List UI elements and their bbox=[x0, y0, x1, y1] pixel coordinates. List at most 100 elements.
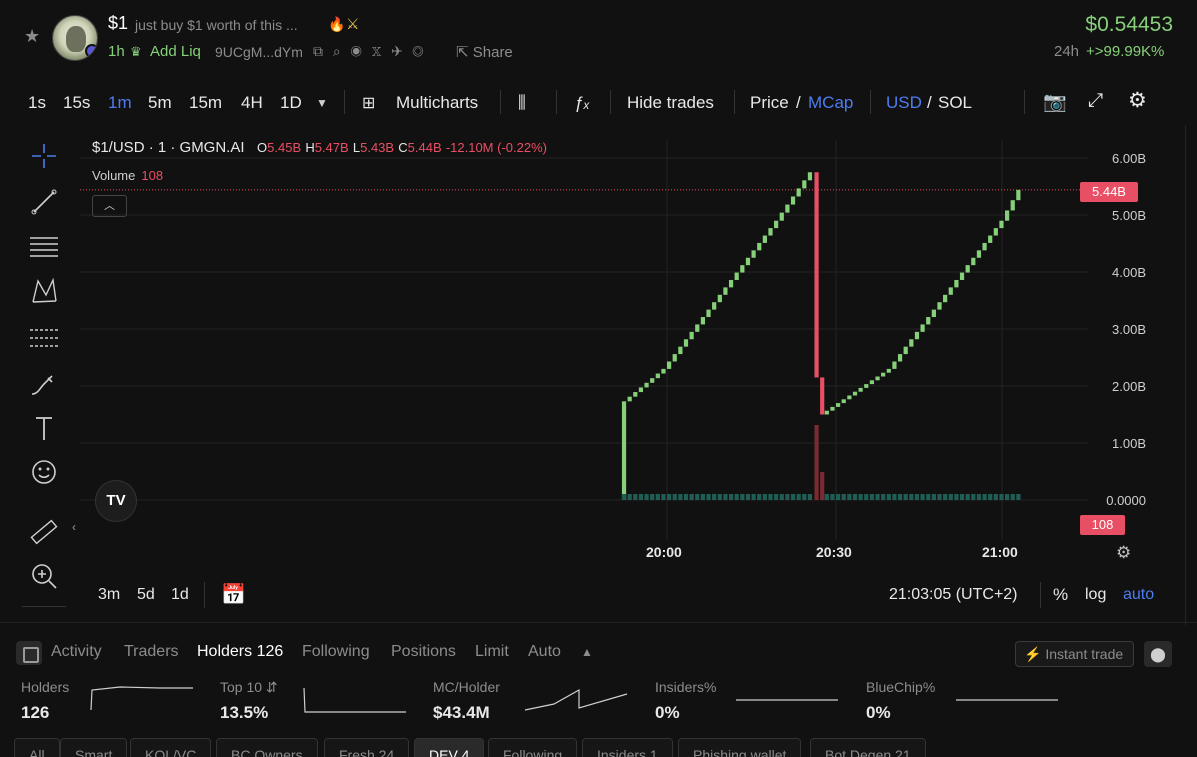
interval-15s[interactable]: 15s bbox=[63, 93, 90, 113]
contract-address[interactable]: 9UCgM...dYm bbox=[215, 44, 303, 60]
price-chart[interactable] bbox=[80, 140, 1088, 540]
candle bbox=[807, 172, 813, 181]
multicharts-icon[interactable]: ⊞ bbox=[362, 93, 375, 113]
filter-bc-owners[interactable]: BC Owners bbox=[216, 738, 318, 757]
range-1d[interactable]: 1d bbox=[171, 586, 189, 604]
candle bbox=[650, 378, 655, 383]
log-toggle[interactable]: log bbox=[1085, 586, 1106, 604]
token-avatar[interactable] bbox=[52, 15, 98, 61]
mcap-toggle[interactable]: MCap bbox=[808, 93, 853, 113]
candle bbox=[695, 324, 700, 332]
tab-following[interactable]: Following bbox=[302, 643, 370, 661]
volume-bar bbox=[633, 494, 638, 500]
filter-phishing[interactable]: Phishing wallet bbox=[678, 738, 802, 757]
percent-toggle[interactable]: % bbox=[1053, 585, 1068, 605]
ruler-icon[interactable] bbox=[28, 516, 60, 548]
volume-bar bbox=[774, 494, 779, 500]
trendline-icon[interactable] bbox=[28, 186, 60, 218]
volume-bar bbox=[790, 494, 796, 500]
volume-bar bbox=[734, 494, 739, 500]
settings-icon[interactable]: ⚙ bbox=[1128, 88, 1147, 113]
y-tick: 2.00B bbox=[1112, 379, 1146, 394]
interval-1d[interactable]: 1D bbox=[280, 93, 302, 113]
candle bbox=[993, 228, 998, 236]
brush-icon[interactable] bbox=[28, 368, 60, 400]
interval-4h[interactable]: 4H bbox=[241, 93, 263, 113]
prediction-icon[interactable] bbox=[28, 322, 60, 354]
candle bbox=[672, 354, 677, 362]
volume-bar bbox=[621, 494, 627, 500]
collapse-tools-icon[interactable]: ‹ bbox=[72, 520, 76, 534]
top10-sparkline bbox=[303, 687, 406, 713]
goto-date-icon[interactable]: 📅 bbox=[221, 582, 246, 607]
hide-trades-button[interactable]: Hide trades bbox=[627, 93, 714, 113]
panel-divider bbox=[0, 622, 1197, 623]
candle bbox=[937, 302, 942, 310]
candle bbox=[824, 410, 829, 415]
favorite-star-icon[interactable]: ★ bbox=[24, 27, 42, 45]
crosshair-icon[interactable] bbox=[28, 140, 60, 172]
fib-lines-icon[interactable] bbox=[28, 230, 60, 262]
x-tick: 20:00 bbox=[646, 544, 682, 560]
volume-bar bbox=[841, 494, 846, 500]
filter-kol-vc[interactable]: KOL/VC bbox=[130, 738, 212, 757]
share-button[interactable]: ⇱ Share bbox=[456, 43, 513, 61]
candle bbox=[785, 204, 790, 213]
range-3m[interactable]: 3m bbox=[98, 586, 120, 604]
social-icons[interactable]: ⧉ ⌕ ◉ 𝕏 ✈ ◎ bbox=[313, 43, 426, 60]
candle bbox=[920, 324, 925, 332]
interval-1m[interactable]: 1m bbox=[108, 93, 132, 113]
filter-following[interactable]: Following bbox=[488, 738, 578, 757]
candle-type-icon[interactable]: ⫼ bbox=[518, 93, 526, 113]
volume-bar bbox=[875, 494, 880, 500]
candle bbox=[689, 331, 694, 340]
usd-toggle[interactable]: USD bbox=[886, 93, 922, 113]
text-icon[interactable] bbox=[28, 412, 60, 444]
tab-positions[interactable]: Positions bbox=[391, 643, 456, 661]
camera-icon[interactable]: 📷 bbox=[1043, 90, 1067, 114]
legend-high: 5.47B bbox=[314, 140, 349, 155]
filter-dev[interactable]: DEV 4 bbox=[414, 738, 485, 757]
filter-bot-degen[interactable]: Bot Degen 21 bbox=[810, 738, 926, 757]
volume-bar bbox=[650, 494, 655, 500]
volume-bar bbox=[965, 494, 970, 500]
pattern-icon[interactable] bbox=[28, 275, 60, 307]
indicators-icon[interactable]: ƒₓ bbox=[574, 93, 590, 113]
filter-fresh[interactable]: Fresh 24 bbox=[324, 738, 410, 757]
legend-collapse-button[interactable]: ︿ bbox=[92, 195, 127, 217]
emoji-icon[interactable] bbox=[28, 456, 60, 488]
volume-bar bbox=[683, 494, 689, 500]
collapse-caret-icon[interactable]: ▲ bbox=[581, 645, 593, 659]
interval-1s[interactable]: 1s bbox=[28, 93, 46, 113]
tab-traders[interactable]: Traders bbox=[124, 643, 179, 661]
price-toggle[interactable]: Price bbox=[750, 93, 789, 113]
filter-insiders[interactable]: Insiders 1 bbox=[582, 738, 673, 757]
filter-smart[interactable]: Smart bbox=[60, 738, 128, 757]
interval-5m[interactable]: 5m bbox=[148, 93, 172, 113]
tab-activity[interactable]: Activity bbox=[51, 643, 102, 661]
candle bbox=[971, 257, 976, 266]
multicharts-button[interactable]: Multicharts bbox=[396, 93, 478, 113]
axis-settings-icon[interactable]: ⚙ bbox=[1116, 543, 1131, 563]
add-liquidity-link[interactable]: Add Liq bbox=[150, 43, 201, 60]
range-5d[interactable]: 5d bbox=[137, 586, 155, 604]
volume-bar bbox=[723, 494, 728, 500]
tab-holders[interactable]: Holders 126 bbox=[197, 643, 283, 661]
candle bbox=[836, 403, 841, 407]
sol-toggle[interactable]: SOL bbox=[938, 93, 972, 113]
instant-trade-button[interactable]: ⚡ Instant trade bbox=[1015, 641, 1134, 667]
bubble-map-icon[interactable]: ⬤ bbox=[1144, 641, 1172, 667]
tab-auto[interactable]: Auto bbox=[528, 643, 561, 661]
fullscreen-icon[interactable]: ⤢ bbox=[1088, 90, 1103, 112]
candle bbox=[621, 401, 627, 406]
stat-insiders-label: Insiders% bbox=[655, 679, 717, 695]
auto-toggle[interactable]: auto bbox=[1123, 586, 1154, 604]
filter-all[interactable]: All bbox=[14, 738, 60, 757]
stat-holders-value: 126 bbox=[21, 703, 50, 722]
tab-limit[interactable]: Limit bbox=[475, 643, 509, 661]
current-price-tag: 5.44B bbox=[1080, 182, 1138, 202]
zoom-in-icon[interactable] bbox=[28, 560, 60, 592]
interval-dropdown-icon[interactable]: ▼ bbox=[316, 96, 328, 110]
interval-15m[interactable]: 15m bbox=[189, 93, 222, 113]
candle bbox=[734, 272, 739, 280]
